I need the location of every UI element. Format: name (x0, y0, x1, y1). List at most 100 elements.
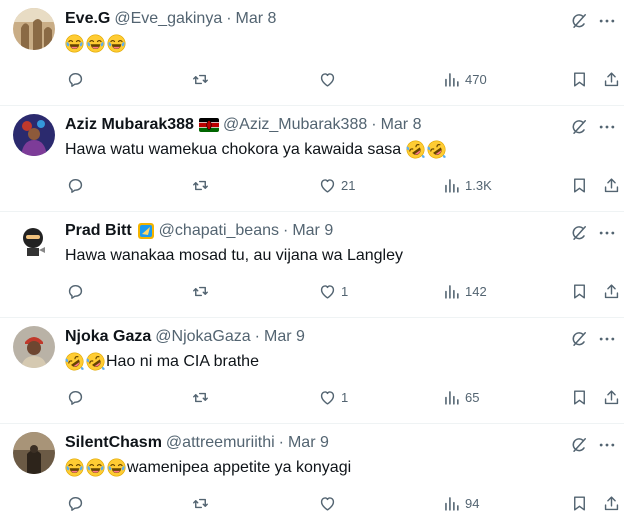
author-name[interactable]: SilentChasm (65, 434, 162, 452)
repost-icon (191, 176, 210, 195)
reply-button[interactable] (66, 278, 89, 304)
views-button[interactable]: 94 (442, 490, 479, 516)
like-button[interactable] (318, 490, 341, 516)
author-name[interactable]: Eve.G (65, 10, 110, 28)
views-button[interactable]: 65 (442, 384, 479, 410)
tweet-text: Hawa wanakaa mosad tu, au vijana wa Lang… (65, 245, 403, 267)
face-with-tears-of-joy-icon (86, 458, 105, 477)
share-button[interactable] (602, 66, 621, 92)
tweet-date[interactable]: Mar 9 (288, 434, 329, 452)
like-icon (318, 388, 337, 407)
share-icon (602, 70, 621, 89)
share-button[interactable] (602, 490, 621, 516)
views-button[interactable]: 470 (442, 66, 487, 92)
emoji-group (65, 458, 126, 477)
tweet-date[interactable]: Mar 8 (381, 116, 422, 134)
views-button[interactable]: 142 (442, 278, 487, 304)
reply-icon (66, 282, 85, 301)
reply-feed: Eve.G @Eve_gakinya · Mar 8 470 Aziz Muba… (0, 0, 624, 523)
more-icon[interactable] (596, 10, 618, 32)
rolling-on-floor-laughing-icon (86, 352, 105, 371)
author-handle[interactable]: @NjokaGaza (155, 328, 250, 346)
reply-tweet[interactable]: Njoka Gaza @NjokaGaza · Mar 9 Hao ni ma … (0, 318, 624, 424)
avatar[interactable] (13, 432, 55, 474)
reply-button[interactable] (66, 66, 89, 92)
bookmark-button[interactable] (570, 172, 589, 198)
author-name[interactable]: Aziz Mubarak388 (65, 116, 194, 134)
tweet-date[interactable]: Mar 8 (236, 10, 277, 28)
repost-icon (191, 388, 210, 407)
share-icon (602, 176, 621, 195)
share-button[interactable] (602, 384, 621, 410)
reply-icon (66, 70, 85, 89)
author-handle[interactable]: @Eve_gakinya (114, 10, 222, 28)
rolling-on-floor-laughing-icon (65, 352, 84, 371)
share-icon (602, 494, 621, 513)
more-icon[interactable] (596, 222, 618, 244)
reply-tweet[interactable]: Aziz Mubarak388 @Aziz_Mubarak388 · Mar 8… (0, 106, 624, 212)
like-icon (318, 282, 337, 301)
views-count: 65 (465, 389, 480, 405)
repost-button[interactable] (191, 66, 214, 92)
reply-tweet[interactable]: SilentChasm @attreemuriithi · Mar 9 wame… (0, 424, 624, 523)
bookmark-button[interactable] (570, 490, 589, 516)
author-name[interactable]: Prad Bitt (65, 222, 132, 240)
author-handle[interactable]: @Aziz_Mubarak388 (223, 116, 367, 134)
views-icon (442, 70, 461, 89)
reply-tweet[interactable]: Eve.G @Eve_gakinya · Mar 8 470 (0, 0, 624, 106)
bookmark-button[interactable] (570, 66, 589, 92)
tweet-date[interactable]: Mar 9 (292, 222, 333, 240)
tweet-date[interactable]: Mar 9 (264, 328, 305, 346)
reply-button[interactable] (66, 490, 89, 516)
tweet-text: wamenipea appetite ya konyagi (65, 457, 351, 479)
reply-tweet[interactable]: Prad Bitt @chapati_beans · Mar 9 Hawa wa… (0, 212, 624, 318)
like-count: 1 (341, 389, 349, 405)
bookmark-icon (570, 176, 589, 195)
like-button[interactable]: 21 (318, 172, 355, 198)
avatar[interactable] (13, 114, 55, 156)
author-handle[interactable]: @attreemuriithi (166, 434, 275, 452)
bookmark-icon (570, 70, 589, 89)
share-button[interactable] (602, 172, 621, 198)
like-count: 21 (341, 177, 356, 193)
like-button[interactable] (318, 66, 341, 92)
tweet-text: Hao ni ma CIA brathe (65, 351, 259, 373)
avatar[interactable] (13, 8, 55, 50)
more-icon[interactable] (596, 328, 618, 350)
rolling-on-floor-laughing-icon (427, 140, 446, 159)
views-count: 142 (465, 283, 487, 299)
share-button[interactable] (602, 278, 621, 304)
repost-button[interactable] (191, 490, 214, 516)
grok-icon[interactable] (568, 328, 590, 350)
views-count: 1.3K (465, 177, 492, 193)
like-button[interactable]: 1 (318, 278, 348, 304)
more-icon[interactable] (596, 116, 618, 138)
grok-icon[interactable] (568, 434, 590, 456)
grok-icon[interactable] (568, 10, 590, 32)
more-icon[interactable] (596, 434, 618, 456)
like-icon (318, 176, 337, 195)
tweet-text-content: Hao ni ma CIA brathe (106, 353, 259, 370)
avatar[interactable] (13, 326, 55, 368)
author-handle[interactable]: @chapati_beans (159, 222, 279, 240)
grok-icon[interactable] (568, 116, 590, 138)
views-count: 94 (465, 495, 480, 511)
views-button[interactable]: 1.3K (442, 172, 492, 198)
views-icon (442, 176, 461, 195)
reply-button[interactable] (66, 384, 89, 410)
like-count: 1 (341, 283, 349, 299)
repost-button[interactable] (191, 384, 214, 410)
face-with-tears-of-joy-icon (107, 458, 126, 477)
repost-button[interactable] (191, 172, 214, 198)
bookmark-button[interactable] (570, 384, 589, 410)
like-button[interactable]: 1 (318, 384, 348, 410)
bookmark-button[interactable] (570, 278, 589, 304)
repost-icon (191, 494, 210, 513)
reply-button[interactable] (66, 172, 89, 198)
author-name[interactable]: Njoka Gaza (65, 328, 151, 346)
grok-icon[interactable] (568, 222, 590, 244)
tweet-text (65, 33, 127, 55)
emoji-group (65, 352, 105, 371)
avatar[interactable] (13, 220, 55, 262)
repost-button[interactable] (191, 278, 214, 304)
